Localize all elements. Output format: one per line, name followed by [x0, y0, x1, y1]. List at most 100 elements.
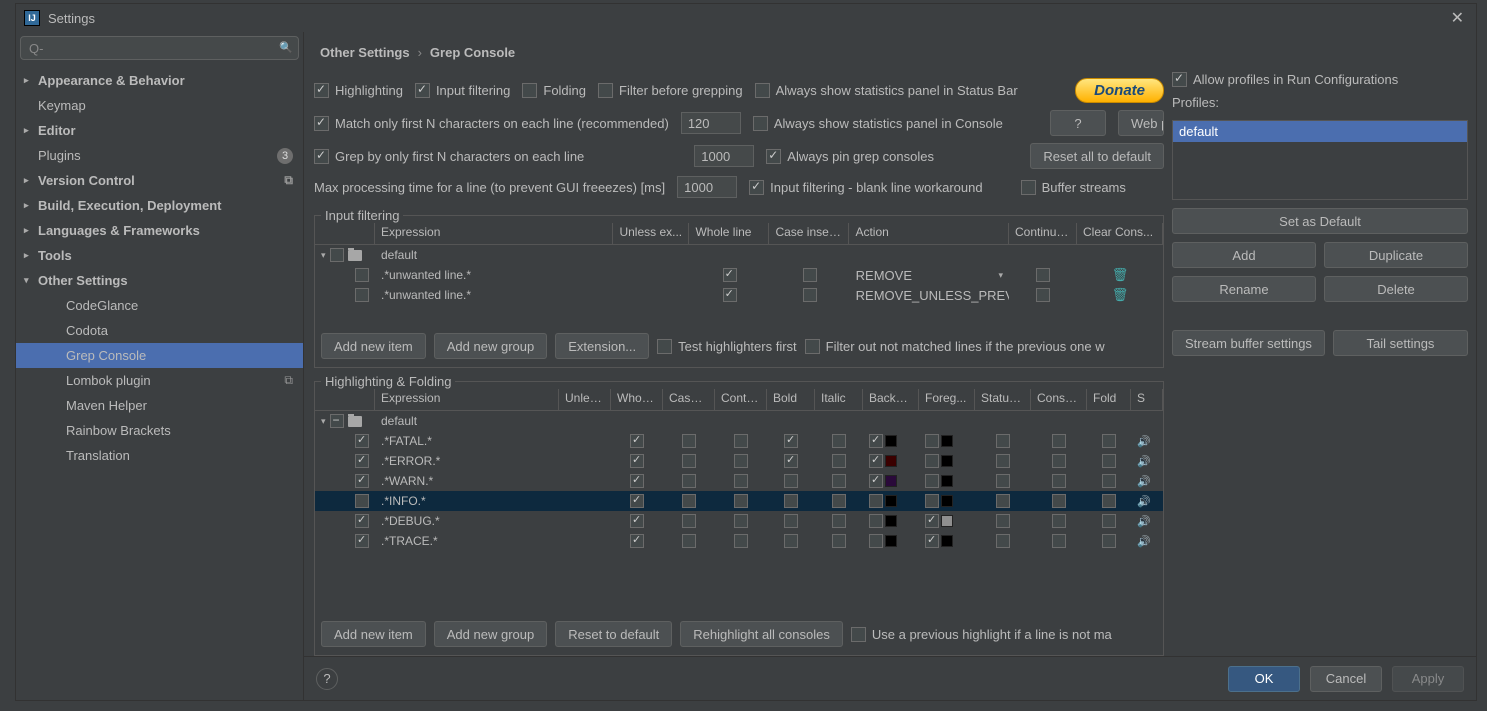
profile-item[interactable]: default: [1173, 121, 1467, 142]
tree-item[interactable]: Rainbow Brackets: [16, 418, 303, 443]
rename-profile-button[interactable]: Rename: [1172, 276, 1316, 302]
chk-stats-statusbar[interactable]: Always show statistics panel in Status B…: [755, 83, 1018, 98]
sound-icon[interactable]: 🔊: [1137, 455, 1151, 468]
table-row[interactable]: .*INFO.*🔊: [315, 491, 1163, 511]
cancel-button[interactable]: Cancel: [1310, 666, 1382, 692]
web-button[interactable]: Web p: [1118, 110, 1164, 136]
chk-always-pin[interactable]: Always pin grep consoles: [766, 149, 934, 164]
chk-allow-profiles[interactable]: Allow profiles in Run Configurations: [1172, 72, 1468, 87]
tree-item[interactable]: Lombok plugin⧉: [16, 368, 303, 393]
if-add-item-button[interactable]: Add new item: [321, 333, 426, 359]
profiles-list[interactable]: default: [1172, 120, 1468, 200]
reset-all-button[interactable]: Reset all to default: [1030, 143, 1164, 169]
duplicate-profile-button[interactable]: Duplicate: [1324, 242, 1468, 268]
chk-filter-before[interactable]: Filter before grepping: [598, 83, 743, 98]
tree-item[interactable]: Grep Console: [16, 343, 303, 368]
chk-input-filtering[interactable]: Input filtering: [415, 83, 510, 98]
chk-match-first-n[interactable]: Match only first N characters on each li…: [314, 116, 669, 131]
tree-item[interactable]: Maven Helper: [16, 393, 303, 418]
trash-icon[interactable]: 🗑: [1112, 267, 1129, 283]
delete-profile-button[interactable]: Delete: [1324, 276, 1468, 302]
sound-icon[interactable]: 🔊: [1137, 515, 1151, 528]
tree-item[interactable]: Tools: [16, 243, 303, 268]
column-header[interactable]: Backg...: [863, 389, 919, 410]
add-profile-button[interactable]: Add: [1172, 242, 1316, 268]
tree-item[interactable]: Translation: [16, 443, 303, 468]
column-header[interactable]: Italic: [815, 389, 863, 410]
input-filtering-table[interactable]: ExpressionUnless ex...Whole lineCase ins…: [315, 223, 1163, 325]
chk-buffer-streams[interactable]: Buffer streams: [1021, 180, 1126, 195]
chk-blank-workaround[interactable]: Input filtering - blank line workaround: [749, 180, 982, 195]
column-header[interactable]: Expression: [375, 223, 613, 244]
tree-item[interactable]: Editor: [16, 118, 303, 143]
close-icon[interactable]: ✕: [1447, 8, 1468, 28]
ok-button[interactable]: OK: [1228, 666, 1300, 692]
column-header[interactable]: Bold: [767, 389, 815, 410]
sound-icon[interactable]: 🔊: [1137, 495, 1151, 508]
table-row[interactable]: .*TRACE.*🔊: [315, 531, 1163, 551]
chk-stats-console[interactable]: Always show statistics panel in Console: [753, 116, 1003, 131]
tree-item[interactable]: CodeGlance: [16, 293, 303, 318]
column-header[interactable]: Unles...: [559, 389, 611, 410]
sound-icon[interactable]: 🔊: [1137, 435, 1151, 448]
column-header[interactable]: Status...: [975, 389, 1031, 410]
help-icon[interactable]: ?: [316, 668, 338, 690]
set-default-button[interactable]: Set as Default: [1172, 208, 1468, 234]
column-header[interactable]: Expression: [375, 389, 559, 410]
column-header[interactable]: Whole line: [689, 223, 769, 244]
chk-highlighting[interactable]: Highlighting: [314, 83, 403, 98]
column-header[interactable]: Clear Cons...: [1077, 223, 1163, 244]
table-group-row[interactable]: ▾default: [315, 245, 1163, 265]
column-header[interactable]: [315, 389, 375, 410]
hl-rehighlight-button[interactable]: Rehighlight all consoles: [680, 621, 843, 647]
tail-settings-button[interactable]: Tail settings: [1333, 330, 1468, 356]
table-row[interactable]: .*DEBUG.*🔊: [315, 511, 1163, 531]
tree-item[interactable]: Plugins3: [16, 143, 303, 168]
column-header[interactable]: Continue ...: [1009, 223, 1077, 244]
tree-item[interactable]: Version Control⧉: [16, 168, 303, 193]
table-row[interactable]: .*FATAL.*🔊: [315, 431, 1163, 451]
column-header[interactable]: [315, 223, 375, 244]
column-header[interactable]: Foreg...: [919, 389, 975, 410]
column-header[interactable]: Case insen...: [769, 223, 849, 244]
tree-item[interactable]: Other Settings: [16, 268, 303, 293]
highlighting-table[interactable]: ExpressionUnles...Whole...Case i...Conti…: [315, 389, 1163, 613]
table-row[interactable]: .*unwanted line.*REMOVE▾🗑: [315, 265, 1163, 285]
hl-reset-button[interactable]: Reset to default: [555, 621, 672, 647]
hl-add-item-button[interactable]: Add new item: [321, 621, 426, 647]
tree-item[interactable]: Keymap: [16, 93, 303, 118]
if-extension-button[interactable]: Extension...: [555, 333, 649, 359]
table-row[interactable]: .*unwanted line.*REMOVE_UNLESS_PREVIO...…: [315, 285, 1163, 305]
trash-icon[interactable]: 🗑: [1112, 287, 1129, 303]
tree-item[interactable]: Languages & Frameworks: [16, 218, 303, 243]
column-header[interactable]: Whole...: [611, 389, 663, 410]
tree-item[interactable]: Codota: [16, 318, 303, 343]
table-row[interactable]: .*ERROR.*🔊: [315, 451, 1163, 471]
help-button[interactable]: ?: [1050, 110, 1106, 136]
chk-folding[interactable]: Folding: [522, 83, 586, 98]
column-header[interactable]: Contin...: [715, 389, 767, 410]
hl-add-group-button[interactable]: Add new group: [434, 621, 547, 647]
column-header[interactable]: Case i...: [663, 389, 715, 410]
column-header[interactable]: Action: [849, 223, 1009, 244]
chk-use-previous[interactable]: Use a previous highlight if a line is no…: [851, 627, 1157, 642]
column-header[interactable]: Fold: [1087, 389, 1131, 410]
chk-test-highlighters[interactable]: Test highlighters first: [657, 339, 797, 354]
chk-grep-first-n[interactable]: Grep by only first N characters on each …: [314, 149, 584, 164]
table-row[interactable]: .*WARN.*🔊: [315, 471, 1163, 491]
column-header[interactable]: S: [1131, 389, 1163, 410]
if-add-group-button[interactable]: Add new group: [434, 333, 547, 359]
max-time-field[interactable]: [677, 176, 737, 198]
tree-item[interactable]: Build, Execution, Deployment: [16, 193, 303, 218]
donate-button[interactable]: Donate: [1075, 78, 1164, 103]
column-header[interactable]: Unless ex...: [613, 223, 689, 244]
tree-item[interactable]: Appearance & Behavior: [16, 68, 303, 93]
table-group-row[interactable]: ▾default: [315, 411, 1163, 431]
grep-first-n-field[interactable]: [694, 145, 754, 167]
column-header[interactable]: Conso...: [1031, 389, 1087, 410]
settings-tree[interactable]: Appearance & BehaviorKeymapEditorPlugins…: [16, 66, 303, 700]
match-first-n-field[interactable]: [681, 112, 741, 134]
chk-filter-out[interactable]: Filter out not matched lines if the prev…: [805, 339, 1157, 354]
sound-icon[interactable]: 🔊: [1137, 475, 1151, 488]
apply-button[interactable]: Apply: [1392, 666, 1464, 692]
